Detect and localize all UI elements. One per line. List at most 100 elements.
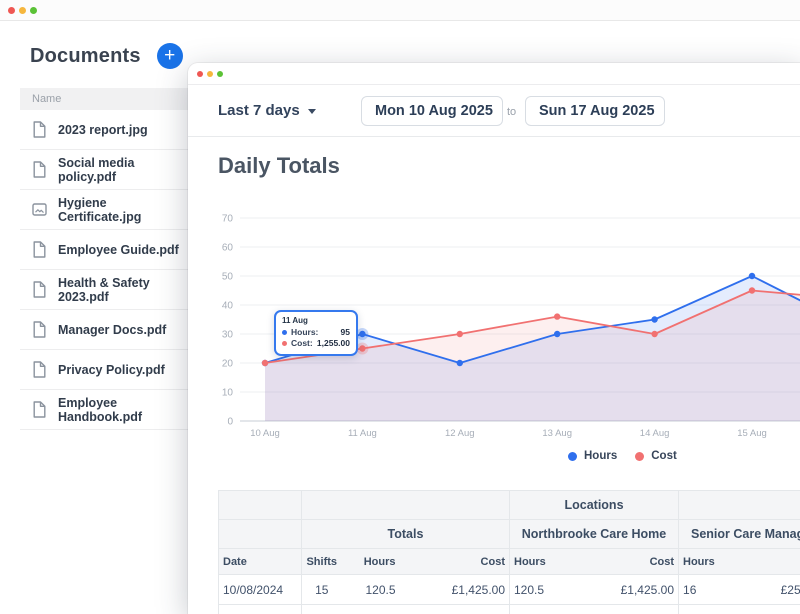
maximize-window-icon[interactable]	[30, 7, 37, 14]
tooltip-series-label: Hours:	[291, 327, 318, 338]
table-row-groups: Totals Northbrooke Care Home Senior Care…	[219, 520, 800, 549]
legend-label: Hours	[584, 450, 617, 462]
close-window-icon[interactable]	[197, 71, 203, 77]
col-sr-hours: Hours	[679, 549, 749, 575]
totals-table: Locations Totals Northbrooke Care Home S…	[218, 490, 800, 614]
svg-text:50: 50	[222, 272, 234, 283]
cell-cost: £1,425.00	[400, 575, 510, 605]
file-icon	[32, 361, 47, 378]
page-title: Documents	[30, 45, 141, 68]
close-window-icon[interactable]	[8, 7, 15, 14]
file-icon	[32, 161, 47, 178]
svg-text:60: 60	[222, 243, 234, 254]
date-from-value: Mon 10 Aug 2025	[375, 103, 493, 119]
svg-text:12 Aug: 12 Aug	[445, 428, 475, 439]
series-dot-icon	[282, 341, 287, 346]
table-row-partial	[219, 605, 800, 614]
file-row[interactable]: Employee Handbook.pdf	[20, 390, 190, 430]
legend-item-hours[interactable]: Hours	[568, 450, 617, 462]
section-title: Daily Totals	[218, 153, 340, 179]
date-from-input[interactable]: Mon 10 Aug 2025	[361, 96, 503, 126]
legend-item-cost[interactable]: Cost	[635, 450, 677, 462]
file-icon	[32, 281, 47, 298]
group-header-northbrooke: Northbrooke Care Home	[510, 520, 679, 549]
svg-text:14 Aug: 14 Aug	[640, 428, 670, 439]
minimize-window-icon[interactable]	[19, 7, 26, 14]
tooltip-series-value: 1,255.00	[317, 338, 350, 349]
file-name: Privacy Policy.pdf	[58, 363, 165, 377]
tooltip-rows: Hours: 95Cost:1,255.00	[282, 327, 350, 349]
file-row[interactable]: Social media policy.pdf	[20, 150, 190, 190]
table-row-locations: Locations	[219, 491, 800, 520]
file-icon	[32, 401, 47, 418]
cell-nb-hours: 120.5	[510, 575, 595, 605]
report-window: Last 7 days Mon 10 Aug 2025 to Sun 17 Au…	[188, 63, 800, 614]
file-row[interactable]: Employee Guide.pdf	[20, 230, 190, 270]
tooltip-title: 11 Aug	[282, 316, 350, 325]
file-row[interactable]: Hygiene Certificate.jpg	[20, 190, 190, 230]
image-icon	[32, 201, 47, 218]
cell-sr-hours: 16	[679, 575, 749, 605]
col-shifts: Shifts	[302, 549, 342, 575]
group-header-senior: Senior Care Manager	[679, 520, 800, 549]
file-icon	[32, 321, 47, 338]
file-name: Health & Safety 2023.pdf	[58, 276, 190, 304]
file-name: Hygiene Certificate.jpg	[58, 196, 190, 224]
svg-text:20: 20	[222, 359, 234, 370]
chart-tooltip: 11 Aug Hours: 95Cost:1,255.00	[274, 310, 358, 356]
add-document-button[interactable]: +	[157, 43, 183, 69]
svg-text:13 Aug: 13 Aug	[542, 428, 572, 439]
svg-text:0: 0	[227, 417, 233, 428]
col-cost: Cost	[400, 549, 510, 575]
to-label: to	[507, 106, 516, 118]
tooltip-row: Cost:1,255.00	[282, 338, 350, 349]
minimize-window-icon[interactable]	[207, 71, 213, 77]
legend-dot-icon	[568, 452, 577, 461]
date-range-header: Last 7 days Mon 10 Aug 2025 to Sun 17 Au…	[188, 85, 800, 137]
tooltip-series-value: 95	[341, 327, 350, 338]
tooltip-row: Hours: 95	[282, 327, 350, 338]
col-date: Date	[219, 549, 302, 575]
file-name: Employee Handbook.pdf	[58, 396, 190, 424]
date-to-value: Sun 17 Aug 2025	[539, 103, 655, 119]
file-name: Employee Guide.pdf	[58, 243, 179, 257]
svg-text:10: 10	[222, 388, 234, 399]
daily-totals-chart[interactable]: 0 10 20 30 40 50 60 70 10 Aug 11 Aug 12 Aug 13 Aug 1…	[188, 200, 800, 450]
range-preset-label: Last 7 days	[218, 102, 300, 119]
document-list: Name 2023 report.jpgSocial media policy.…	[20, 88, 190, 430]
col-nb-cost: Cost	[595, 549, 679, 575]
svg-text:30: 30	[222, 330, 234, 341]
file-row[interactable]: Manager Docs.pdf	[20, 310, 190, 350]
back-window-titlebar	[0, 0, 800, 21]
chevron-down-icon	[308, 109, 316, 114]
table-column-header-row: Date Shifts Hours Cost Hours Cost Hours …	[219, 549, 800, 575]
maximize-window-icon[interactable]	[217, 71, 223, 77]
totals-table-wrap: Locations Totals Northbrooke Care Home S…	[218, 490, 800, 614]
file-row[interactable]: Privacy Policy.pdf	[20, 350, 190, 390]
file-list-body: 2023 report.jpg Social media policy.pdf Hy…	[20, 110, 190, 430]
file-row[interactable]: Health & Safety 2023.pdf	[20, 270, 190, 310]
locations-header: Locations	[510, 491, 679, 520]
svg-text:40: 40	[222, 301, 234, 312]
cell-shifts: 15	[302, 575, 342, 605]
col-sr-cost: Cost	[749, 549, 800, 575]
group-header-totals: Totals	[302, 520, 510, 549]
file-icon	[32, 241, 47, 258]
cell-hours: 120.5	[342, 575, 400, 605]
svg-text:10 Aug: 10 Aug	[250, 428, 280, 439]
legend-dot-icon	[635, 452, 644, 461]
file-row[interactable]: 2023 report.jpg	[20, 110, 190, 150]
table-row[interactable]: 10/08/2024 15 120.5 £1,425.00 120.5 £1,4…	[219, 575, 800, 605]
cell-sr-cost: £256.00	[749, 575, 800, 605]
file-name: Manager Docs.pdf	[58, 323, 166, 337]
range-preset-dropdown[interactable]: Last 7 days	[218, 102, 316, 119]
date-to-input[interactable]: Sun 17 Aug 2025	[525, 96, 665, 126]
col-nb-hours: Hours	[510, 549, 595, 575]
cell-nb-cost: £1,425.00	[595, 575, 679, 605]
file-name: 2023 report.jpg	[58, 123, 148, 137]
cell-date[interactable]: 10/08/2024	[219, 575, 302, 605]
file-name: Social media policy.pdf	[58, 156, 190, 184]
legend-label: Cost	[651, 450, 677, 462]
svg-text:11 Aug: 11 Aug	[348, 428, 377, 439]
svg-text:70: 70	[222, 214, 234, 225]
